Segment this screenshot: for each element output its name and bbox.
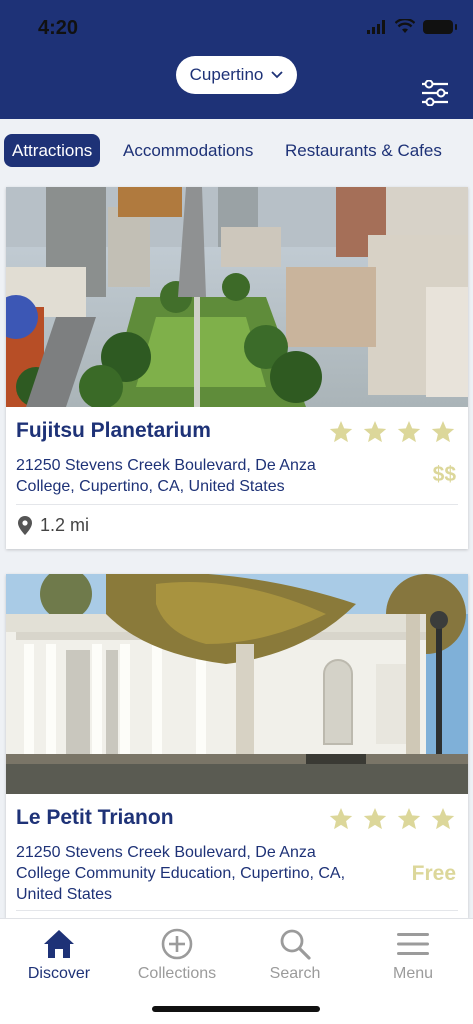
tab-label: Search <box>269 965 321 982</box>
status-time: 4:20 <box>38 17 79 39</box>
distance-value: 1.2 mi <box>40 515 90 535</box>
place-card[interactable]: Fujitsu Planetarium 21250 Stevens Creek … <box>6 187 468 549</box>
place-address: 21250 Stevens Creek Boulevard, De Anza C… <box>16 457 316 495</box>
tab-label: Collections <box>137 965 217 982</box>
tab-collections[interactable]: Collections <box>118 927 236 987</box>
divider <box>16 504 458 505</box>
home-indicator[interactable] <box>152 1006 320 1012</box>
plus-circle-icon <box>161 928 193 960</box>
app-header: 4:20 Cupertino <box>0 0 473 119</box>
place-title: Le Petit Trianon <box>16 806 174 829</box>
chevron-down-icon <box>271 71 283 79</box>
distance: 1.2 mi <box>18 515 89 536</box>
price-level: $$ <box>432 463 456 486</box>
tab-restaurants-cafes[interactable]: Restaurants & Cafes <box>285 134 442 167</box>
rating-stars <box>328 806 456 832</box>
wifi-icon <box>395 19 415 33</box>
place-photo <box>6 574 468 794</box>
signal-icon <box>367 19 385 34</box>
city-selector[interactable]: Cupertino <box>176 56 297 94</box>
place-card[interactable]: Le Petit Trianon 21250 Stevens Creek Bou… <box>6 574 468 918</box>
tab-label: Menu <box>392 965 434 982</box>
star-icon <box>329 807 353 830</box>
status-icons <box>367 19 457 34</box>
place-title: Fujitsu Planetarium <box>16 419 211 442</box>
star-icon <box>329 420 353 443</box>
home-icon <box>44 930 74 958</box>
battery-icon <box>423 19 457 34</box>
price-level: Free <box>411 862 456 885</box>
search-icon <box>280 929 311 960</box>
place-photo <box>6 187 468 407</box>
city-label: Cupertino <box>189 65 264 84</box>
category-tabs: Attractions Accommodations Restaurants &… <box>0 119 473 183</box>
star-icon <box>397 420 421 443</box>
map-pin-icon <box>18 516 32 535</box>
star-icon <box>431 807 455 830</box>
tab-menu[interactable]: Menu <box>354 927 472 987</box>
hamburger-icon <box>397 933 429 955</box>
status-bar: 4:20 <box>0 0 473 56</box>
star-icon <box>397 807 421 830</box>
place-address: 21250 Stevens Creek Boulevard, De Anza C… <box>16 844 346 903</box>
filter-sliders-icon[interactable] <box>421 80 449 106</box>
rating-stars <box>328 419 456 445</box>
divider <box>16 910 458 911</box>
star-icon <box>363 420 387 443</box>
star-icon <box>431 420 455 443</box>
tab-search[interactable]: Search <box>236 927 354 987</box>
tab-discover[interactable]: Discover <box>0 927 118 987</box>
tab-accommodations[interactable]: Accommodations <box>123 134 253 167</box>
star-icon <box>363 807 387 830</box>
tab-label: Discover <box>27 965 91 982</box>
tab-attractions[interactable]: Attractions <box>4 134 101 167</box>
